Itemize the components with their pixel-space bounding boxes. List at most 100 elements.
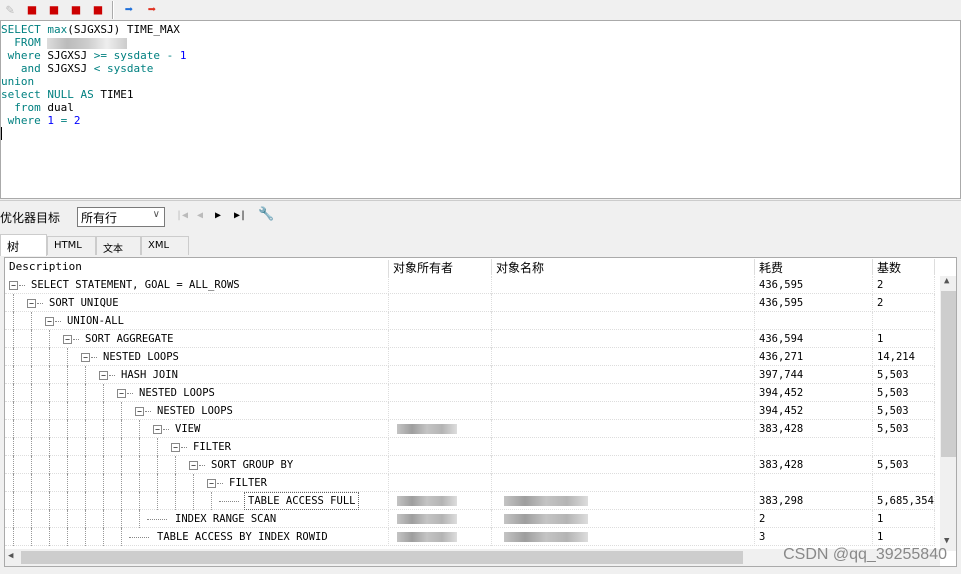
code-line: FROM xyxy=(1,36,128,49)
owner-cell xyxy=(389,294,492,312)
collapse-icon[interactable]: − xyxy=(135,407,144,416)
tab-xml[interactable]: XML xyxy=(141,236,189,255)
tab-bar: 树 HTML 文本 XML xyxy=(0,234,961,256)
column-header[interactable]: Description xyxy=(5,260,389,276)
next-icon[interactable]: ▶ xyxy=(215,210,221,221)
table-row[interactable]: INDEX RANGE SCAN 2 1 xyxy=(5,510,935,528)
arrow-right-red-icon[interactable]: ➡ xyxy=(142,1,162,19)
cardinality-cell xyxy=(873,474,935,492)
collapse-icon[interactable]: − xyxy=(81,353,90,362)
redacted-object-name xyxy=(504,514,588,524)
tree-line xyxy=(85,510,86,528)
tree-line xyxy=(139,474,140,492)
collapse-icon[interactable]: − xyxy=(153,425,162,434)
redacted-owner xyxy=(397,532,457,542)
code-token: SJGXSJ xyxy=(47,49,94,62)
table-row[interactable]: − SELECT STATEMENT, GOAL = ALL_ROWS 436,59… xyxy=(5,276,935,294)
last-icon[interactable]: ▶| xyxy=(234,210,246,221)
tree-line xyxy=(49,528,50,546)
table-row[interactable]: − FILTER xyxy=(5,474,935,492)
collapse-icon[interactable]: − xyxy=(171,443,180,452)
collapse-icon[interactable]: − xyxy=(189,461,198,470)
table-row[interactable]: − NESTED LOOPS 394,452 5,503 xyxy=(5,402,935,420)
table-row[interactable]: TABLE ACCESS FULL 383,298 5,685,354 xyxy=(5,492,935,510)
plan-grid: Description 对象所有者 对象名称 耗费 基数 − SELECT STATEME… xyxy=(4,257,957,567)
collapse-icon[interactable]: − xyxy=(207,479,216,488)
column-header[interactable]: 基数 xyxy=(873,259,935,275)
tab-文本[interactable]: 文本 xyxy=(96,236,141,255)
code-token: union xyxy=(1,75,35,88)
toolbar-separator xyxy=(112,1,114,19)
description-cell: − SORT AGGREGATE xyxy=(5,330,389,348)
tree-connector xyxy=(147,519,167,520)
column-header[interactable]: 耗费 xyxy=(755,259,873,275)
scroll-left-icon[interactable]: ◀ xyxy=(8,551,13,561)
owner-cell xyxy=(389,528,492,546)
tree-line xyxy=(13,528,14,546)
code-line: union xyxy=(1,75,34,88)
chevron-down-icon: ∨ xyxy=(152,209,160,220)
tab-html[interactable]: HTML xyxy=(47,236,96,255)
optimizer-select[interactable]: 所有行 ∨ xyxy=(77,207,165,227)
eraser-icon[interactable]: ✎ xyxy=(0,1,20,19)
cost-cell xyxy=(755,438,873,456)
table-row[interactable]: − VIEW 383,428 5,503 xyxy=(5,420,935,438)
db-lock-icon[interactable]: ■ xyxy=(66,1,86,19)
tree-line xyxy=(13,366,14,384)
collapse-icon[interactable]: − xyxy=(63,335,72,344)
tree-connector xyxy=(163,429,169,430)
cardinality-cell: 2 xyxy=(873,276,935,294)
tree-line xyxy=(31,492,32,510)
table-row[interactable]: − HASH JOIN 397,744 5,503 xyxy=(5,366,935,384)
db-folder-icon[interactable]: ■ xyxy=(44,1,64,19)
column-header[interactable]: 对象名称 xyxy=(492,259,755,275)
tree-line xyxy=(121,492,122,510)
sql-editor[interactable]: SELECT max(SJGXSJ) TIME_MAX FROM where S… xyxy=(0,20,961,199)
owner-cell xyxy=(389,456,492,474)
description-text: TABLE ACCESS BY INDEX ROWID xyxy=(157,531,328,543)
wrench-icon[interactable]: 🔧 xyxy=(258,207,274,222)
cost-cell: 436,594 xyxy=(755,330,873,348)
description-cell: − NESTED LOOPS xyxy=(5,384,389,402)
scroll-down-icon[interactable]: ▼ xyxy=(944,536,949,546)
tab-树[interactable]: 树 xyxy=(0,234,47,256)
tree-line xyxy=(103,456,104,474)
column-header[interactable]: 对象所有者 xyxy=(389,259,492,275)
vertical-scrollbar[interactable]: ▲ ▼ xyxy=(940,276,956,551)
cardinality-cell: 1 xyxy=(873,528,935,546)
tree-line xyxy=(85,474,86,492)
tree-line xyxy=(103,402,104,420)
scroll-up-icon[interactable]: ▲ xyxy=(944,276,949,286)
table-row[interactable]: − UNION-ALL xyxy=(5,312,935,330)
db-icon[interactable]: ■ xyxy=(22,1,42,19)
tree-line xyxy=(103,384,104,402)
collapse-icon[interactable]: − xyxy=(27,299,36,308)
table-row[interactable]: TABLE ACCESS BY INDEX ROWID 3 1 xyxy=(5,528,935,546)
collapse-icon[interactable]: − xyxy=(45,317,54,326)
tree-line xyxy=(31,330,32,348)
tree-line xyxy=(49,366,50,384)
collapse-icon[interactable]: − xyxy=(9,281,18,290)
description-cell: − HASH JOIN xyxy=(5,366,389,384)
owner-cell xyxy=(389,366,492,384)
collapse-icon[interactable]: − xyxy=(99,371,108,380)
table-row[interactable]: − NESTED LOOPS 436,271 14,214 xyxy=(5,348,935,366)
table-row[interactable]: − FILTER xyxy=(5,438,935,456)
collapse-icon[interactable]: − xyxy=(117,389,126,398)
table-row[interactable]: − SORT UNIQUE 436,595 2 xyxy=(5,294,935,312)
tree-connector xyxy=(217,483,223,484)
tree-line xyxy=(211,492,212,510)
horizontal-scroll-thumb[interactable] xyxy=(21,551,743,564)
cost-cell: 394,452 xyxy=(755,402,873,420)
vertical-scroll-thumb[interactable] xyxy=(941,291,956,457)
tree-line xyxy=(13,330,14,348)
prev-icon[interactable]: ◀ xyxy=(197,210,203,221)
db-brush-icon[interactable]: ■ xyxy=(88,1,108,19)
arrow-right-blue-icon[interactable]: ➡ xyxy=(119,1,139,19)
optimizer-label: 优化器目标 xyxy=(0,211,61,225)
table-row[interactable]: − SORT AGGREGATE 436,594 1 xyxy=(5,330,935,348)
first-icon[interactable]: |◀ xyxy=(176,210,188,221)
table-row[interactable]: − SORT GROUP BY 383,428 5,503 xyxy=(5,456,935,474)
tree-line xyxy=(13,294,14,312)
table-row[interactable]: − NESTED LOOPS 394,452 5,503 xyxy=(5,384,935,402)
